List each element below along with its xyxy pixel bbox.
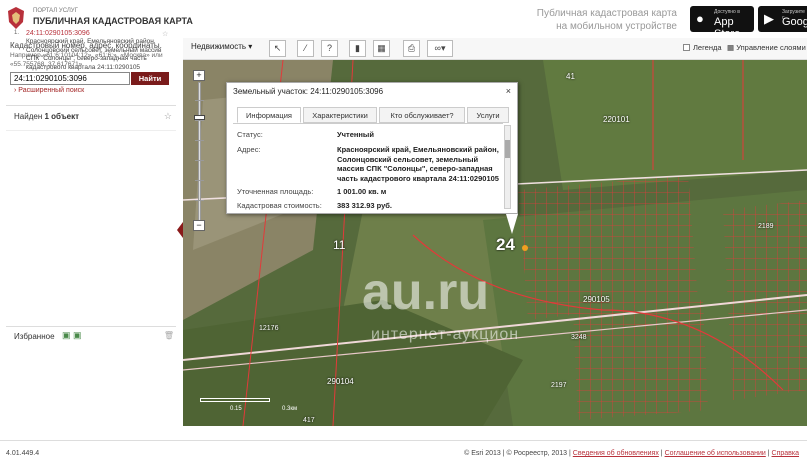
map-label: 290104 (327, 377, 354, 386)
results-panel: Найден 1 объект ☆ (6, 105, 176, 325)
zoom-slider[interactable] (198, 82, 201, 224)
layers-icon: ▦ (727, 43, 735, 52)
cost-value: 383 312.93 руб. (337, 201, 392, 210)
select-tool-button[interactable]: ↖ (269, 40, 286, 57)
portal-subtitle: ПОРТАЛ УСЛУГ (33, 8, 78, 14)
popup-pointer (506, 214, 518, 234)
zoom-tick (195, 120, 204, 121)
favorites-label: Избранное (14, 332, 55, 341)
trash-icon[interactable]: 🗑 (164, 331, 174, 340)
popup-body: Статус: Учтенный Адрес: Красноярский кра… (233, 123, 503, 211)
scale-bar: 0.15 0.3км (200, 398, 297, 412)
export-icon[interactable]: ▣ (73, 330, 82, 340)
zoom-tick (195, 180, 204, 181)
status-label: Статус: (237, 130, 263, 139)
result-link[interactable]: 24:11:0290105:3096 (26, 30, 90, 37)
layer-select[interactable]: Недвижимость ▾ (191, 42, 252, 51)
app-store-badge[interactable]: ● Доступно в App Store (690, 6, 754, 40)
address-value: Красноярский край, Емельяновский район, … (337, 145, 499, 183)
watermark-subtitle: интернет-аукцион (371, 326, 520, 343)
tab-characteristics[interactable]: Характеристики (303, 107, 377, 123)
tab-services[interactable]: Услуги (467, 107, 509, 123)
map-label: 2197 (551, 382, 567, 389)
google-play-badge[interactable]: ▶ Загрузите с Google (758, 6, 807, 32)
legend-toggle[interactable]: Легенда (683, 43, 722, 52)
copyright: © Esri 2013 | © Росреестр, 2013 | Сведен… (464, 450, 799, 457)
map-label: 12176 (259, 325, 279, 332)
map-label: 41 (566, 72, 575, 81)
tab-info[interactable]: Информация (237, 107, 301, 123)
popup-title: Земельный участок: 24:11:0290105:3096 (233, 87, 384, 96)
import-icon[interactable]: ▣ (62, 330, 71, 340)
terms-link[interactable]: Соглашение об использовании (665, 450, 766, 457)
version: 4.01.449.4 (6, 450, 40, 457)
zoom-tick (195, 200, 204, 201)
updates-link[interactable]: Сведения об обновлениях (573, 450, 659, 457)
scale-mark: 0.15 (230, 406, 242, 412)
parcel-number-label[interactable]: 24 (496, 235, 515, 255)
parcel-info-popup: Земельный участок: 24:11:0290105:3096 × … (226, 82, 518, 214)
zoom-out-button[interactable]: − (193, 220, 205, 231)
apple-icon: ● (696, 11, 704, 26)
zoom-control: + − (193, 70, 207, 231)
zoom-tick (195, 100, 204, 101)
footer: 4.01.449.4 © Esri 2013 | © Росреестр, 20… (0, 440, 807, 463)
map-label: 3248 (571, 334, 587, 341)
close-icon[interactable]: × (506, 86, 511, 96)
address-label: Адрес: (237, 145, 261, 154)
favorites-actions: ▣ ▣ (62, 330, 82, 341)
list-item (6, 130, 176, 137)
scale-mark: 0.3км (282, 406, 298, 412)
result-description: Красноярский край, Емельяновский район, … (26, 38, 162, 71)
play-icon: ▶ (764, 11, 774, 26)
info-tool-button[interactable]: ? (321, 40, 338, 57)
result-number: 1. (14, 30, 20, 36)
map-label: 290105 (583, 295, 610, 304)
map-label: 417 (303, 417, 315, 424)
zoom-tick (195, 140, 204, 141)
area-label: Уточненная площадь: (237, 187, 314, 196)
header: ПОРТАЛ УСЛУГ ПУБЛИЧНАЯ КАДАСТРОВАЯ КАРТА… (0, 0, 807, 40)
map-toolbar: Недвижимость ▾ ↖ ⁄ ? ▮ ▦ ⎙ ∞▾ Легенда ▦ … (183, 38, 807, 60)
results-count: Найден 1 объект (14, 112, 80, 121)
map-label: 11 (333, 238, 346, 252)
map-label: 220101 (603, 115, 630, 124)
measure-tool-button[interactable]: ⁄ (297, 40, 314, 57)
zoom-slider-thumb[interactable] (194, 115, 205, 120)
watermark: au.ru (362, 263, 490, 321)
coat-of-arms-icon (8, 7, 24, 29)
search-input[interactable] (10, 72, 130, 85)
result-star-icon[interactable]: ☆ (162, 30, 168, 38)
print-button[interactable]: ⎙ (403, 40, 420, 57)
popup-scrollbar[interactable] (504, 125, 511, 209)
area-value: 1 001.00 кв. м (337, 187, 387, 196)
chart-tool-button[interactable]: ▮ (349, 40, 366, 57)
status-value: Учтенный (337, 130, 374, 139)
favorites-panel: Избранное ▣ ▣ 🗑 (6, 326, 176, 426)
cost-label: Кадастровая стоимость: (237, 201, 322, 210)
advanced-search-link[interactable]: › Расширенный поиск (14, 87, 84, 94)
help-link[interactable]: Справка (772, 450, 799, 457)
mobile-promo: Публичная кадастровая карта на мобильном… (536, 8, 677, 32)
layers-control[interactable]: ▦ Управление слоями (727, 43, 806, 52)
search-button[interactable]: Найти (131, 72, 169, 85)
link-button[interactable]: ∞▾ (427, 40, 453, 57)
tab-who-serves[interactable]: Кто обслуживает? (379, 107, 465, 123)
portal-title[interactable]: ПУБЛИЧНАЯ КАДАСТРОВАЯ КАРТА (33, 16, 193, 26)
favorite-star-icon[interactable]: ☆ (164, 111, 172, 122)
zoom-tick (195, 160, 204, 161)
zoom-in-button[interactable]: + (193, 70, 205, 81)
map-label: 2189 (758, 223, 774, 230)
identify-tool-button[interactable]: ▦ (373, 40, 390, 57)
